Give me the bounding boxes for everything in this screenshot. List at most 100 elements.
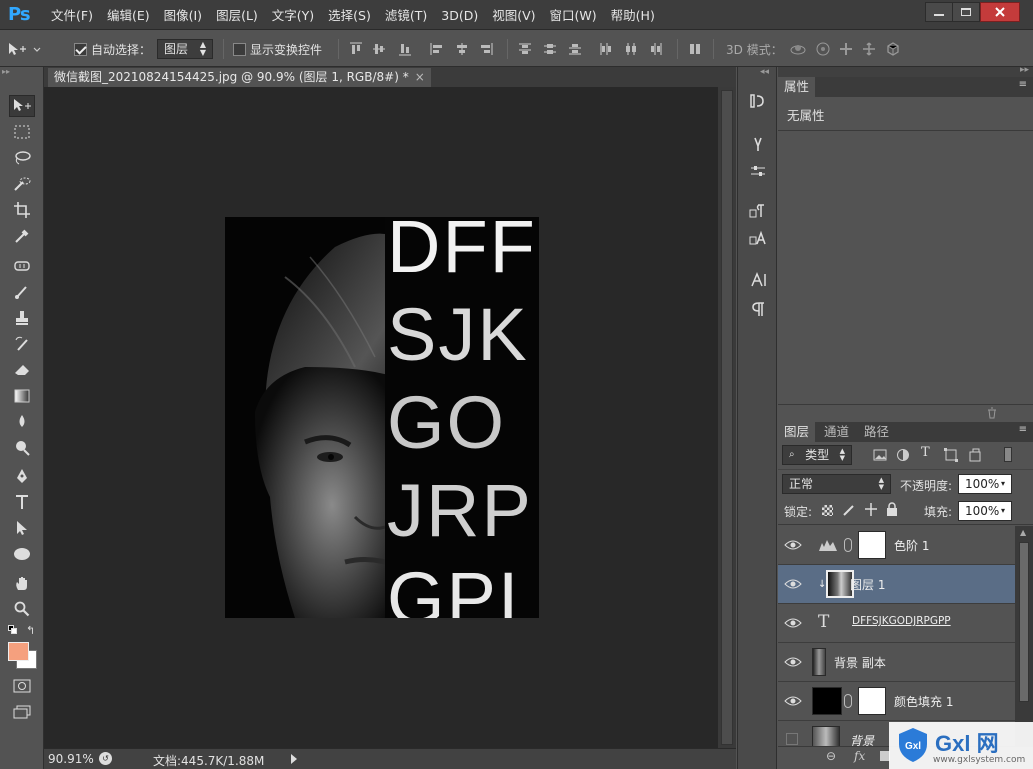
move-tool[interactable] <box>9 95 35 117</box>
scrollbar-thumb[interactable] <box>721 90 733 745</box>
menu-3d[interactable]: 3D(D) <box>434 0 485 30</box>
close-tab-icon[interactable]: × <box>415 68 425 87</box>
default-colors-icon[interactable] <box>8 625 18 635</box>
filter-smart-object-icon[interactable] <box>968 447 982 462</box>
3d-scale-icon[interactable] <box>885 42 901 56</box>
layer-row-selected[interactable]: ↓ 图层 1 <box>778 565 1015 604</box>
pen-tool[interactable] <box>9 465 35 487</box>
distribute-left-icon[interactable] <box>599 42 613 56</box>
dodge-tool[interactable] <box>9 437 35 459</box>
3d-pan-icon[interactable] <box>838 42 854 56</box>
blend-mode-dropdown[interactable]: 正常 ▲ ▼ <box>782 474 891 494</box>
layer-row[interactable]: 背景 副本 <box>778 643 1015 682</box>
panel-menu-icon[interactable]: ≡ <box>1019 79 1027 90</box>
layers-menu-icon[interactable]: ≡ <box>1019 424 1027 435</box>
quick-select-tool[interactable] <box>9 173 35 195</box>
layer-name[interactable]: 背景 副本 <box>834 654 886 671</box>
eyedropper-tool[interactable] <box>9 225 35 247</box>
lock-pixels-icon[interactable] <box>842 503 856 517</box>
collapse-strip-icon[interactable]: ◂◂ <box>760 67 769 77</box>
align-left-icon[interactable] <box>430 42 444 56</box>
layer-name[interactable]: 颜色填充 1 <box>894 693 953 710</box>
filter-shape-icon[interactable] <box>944 448 958 462</box>
move-tool-preset[interactable] <box>6 31 42 67</box>
show-transform-checkbox[interactable] <box>233 42 246 56</box>
document-tab[interactable]: 微信截图_20210824154425.jpg @ 90.9% (图层 1, R… <box>48 68 431 87</box>
clone-stamp-tool[interactable] <box>9 307 35 329</box>
filter-pixel-icon[interactable] <box>873 449 887 461</box>
menu-view[interactable]: 视图(V) <box>485 0 542 30</box>
eye-icon[interactable] <box>784 615 802 631</box>
fill-color-thumbnail[interactable] <box>812 687 842 715</box>
layer-row[interactable]: 色阶 1 <box>778 526 1015 565</box>
close-window-button[interactable] <box>980 2 1020 22</box>
menu-edit[interactable]: 编辑(E) <box>100 0 157 30</box>
menu-select[interactable]: 选择(S) <box>321 0 378 30</box>
crop-tool[interactable] <box>9 199 35 221</box>
layers-scrollbar[interactable]: ▲ <box>1015 526 1033 746</box>
eye-icon[interactable] <box>784 576 802 592</box>
menu-file[interactable]: 文件(F) <box>44 0 100 30</box>
screen-mode-button[interactable] <box>9 701 35 723</box>
align-vcenter-icon[interactable] <box>372 42 386 56</box>
filter-toggle-switch[interactable] <box>1004 447 1012 462</box>
3d-rotate-icon[interactable] <box>789 42 807 56</box>
fill-field[interactable]: 100% ▾ <box>958 501 1012 521</box>
character-styles-icon[interactable] <box>747 228 769 248</box>
filter-kind-dropdown[interactable]: ⌕ 类型 ▲ ▼ <box>782 445 852 465</box>
link-layers-icon[interactable]: ⊖ <box>826 749 836 763</box>
tab-properties[interactable]: 属性 <box>778 77 816 97</box>
tab-channels[interactable]: 通道 <box>818 422 855 442</box>
history-panel-icon[interactable] <box>747 91 769 111</box>
document-canvas[interactable]: DFF SJK GO JRP GPI <box>225 217 539 618</box>
opacity-field[interactable]: 100% ▾ <box>958 474 1012 494</box>
distribute-bottom-icon[interactable] <box>568 42 582 56</box>
maximize-button[interactable] <box>952 2 980 22</box>
path-select-tool[interactable] <box>9 517 35 539</box>
menu-help[interactable]: 帮助(H) <box>604 0 662 30</box>
collapse-panel-icon[interactable]: ▸▸ <box>1020 65 1029 75</box>
quick-mask-button[interactable] <box>9 675 35 697</box>
lock-position-icon[interactable] <box>864 502 878 517</box>
menu-type[interactable]: 文字(Y) <box>265 0 321 30</box>
lock-all-icon[interactable] <box>886 502 898 517</box>
lasso-tool[interactable] <box>9 147 35 169</box>
distribute-vcenter-icon[interactable] <box>543 42 557 56</box>
3d-roll-icon[interactable] <box>815 42 831 56</box>
eye-icon[interactable] <box>784 693 802 709</box>
blur-tool[interactable] <box>9 411 35 433</box>
auto-align-icon[interactable] <box>688 42 702 56</box>
layer-thumbnail[interactable] <box>812 648 826 676</box>
filter-adjustment-icon[interactable] <box>896 448 910 462</box>
status-info-icon[interactable]: ↺ <box>99 752 112 765</box>
layer-name[interactable]: 色阶 1 <box>894 537 929 554</box>
align-right-icon[interactable] <box>479 42 493 56</box>
layers-scrollbar-thumb[interactable] <box>1019 542 1029 702</box>
filter-type-icon[interactable]: T <box>921 445 930 460</box>
marquee-tool[interactable] <box>9 121 35 143</box>
menu-image[interactable]: 图像(I) <box>157 0 209 30</box>
layer-name[interactable]: 背景 <box>850 732 874 746</box>
type-tool[interactable] <box>9 491 35 513</box>
character-panel-icon[interactable] <box>747 270 769 290</box>
foreground-color-swatch[interactable] <box>8 642 29 661</box>
eraser-tool[interactable] <box>9 359 35 381</box>
gradient-tool[interactable] <box>9 385 35 407</box>
scroll-up-icon[interactable]: ▲ <box>1020 528 1026 537</box>
layer-name[interactable]: DFFSJKGODJRPGPP <box>852 615 951 627</box>
menu-window[interactable]: 窗口(W) <box>543 0 604 30</box>
distribute-top-icon[interactable] <box>518 42 532 56</box>
zoom-tool[interactable] <box>9 598 35 620</box>
collapse-arrows-icon[interactable]: ▸▸ <box>2 68 42 76</box>
lock-transparency-icon[interactable] <box>822 505 833 516</box>
adjust-sliders-icon[interactable] <box>747 161 769 181</box>
swap-colors-icon[interactable]: ↰ <box>26 624 35 637</box>
layer-row[interactable]: 颜色填充 1 <box>778 682 1015 721</box>
brush-presets-icon[interactable] <box>747 134 769 154</box>
align-top-icon[interactable] <box>349 42 363 56</box>
eye-icon[interactable] <box>784 654 802 670</box>
paragraph-styles-icon[interactable] <box>747 201 769 221</box>
vertical-scrollbar[interactable] <box>718 87 736 748</box>
brush-tool[interactable] <box>9 281 35 303</box>
3d-slide-icon[interactable] <box>861 42 877 56</box>
